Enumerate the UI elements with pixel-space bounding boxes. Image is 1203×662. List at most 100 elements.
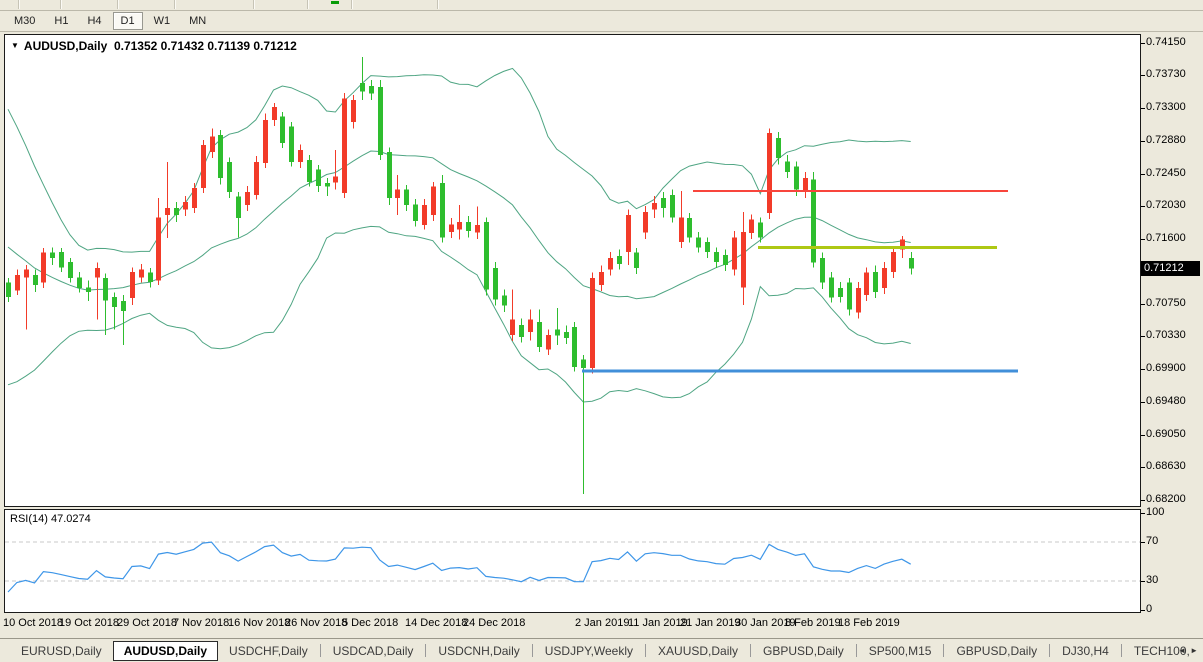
chart-ohlc-values: 0.71352 0.71432 0.71139 0.71212 — [114, 39, 297, 53]
bottom-tab-usdjpy-weekly[interactable]: USDJPY,Weekly — [534, 641, 644, 661]
price-tick-label: 0.72030 — [1146, 199, 1186, 211]
chart-title: ▼ AUDUSD,Daily 0.71352 0.71432 0.71139 0.… — [11, 39, 297, 53]
date-label: 26 Nov 2018 — [285, 617, 347, 629]
price-tick-mark — [1141, 239, 1145, 240]
price-tick-mark — [1141, 206, 1145, 207]
price-tick-mark — [1141, 43, 1145, 44]
tf-button-mn[interactable]: MN — [181, 12, 214, 30]
date-label: 14 Dec 2018 — [405, 617, 467, 629]
price-axis[interactable]: 0.74150 0.73730 0.73300 0.72880 0.72450 0.720… — [1141, 34, 1203, 614]
price-tick-mark — [1141, 435, 1145, 436]
toolbar-separator — [307, 0, 309, 9]
price-tick-label: 0.69480 — [1146, 395, 1186, 407]
bottom-tab-gbpusd-daily[interactable]: GBPUSD,Daily — [945, 641, 1048, 661]
toolbar-partial-strip — [0, 0, 1203, 11]
tab-scroll-arrows: ◄► — [1174, 646, 1198, 655]
price-tick-label: 0.74150 — [1146, 36, 1186, 48]
date-axis[interactable]: 10 Oct 201819 Oct 201829 Oct 20187 Nov 2… — [0, 613, 1203, 638]
price-tick-label: 0.68200 — [1146, 493, 1186, 505]
date-label: 19 Oct 2018 — [59, 617, 119, 629]
date-label: 16 Nov 2018 — [228, 617, 290, 629]
date-label: 10 Oct 2018 — [3, 617, 63, 629]
bottom-tab-xauusd-daily[interactable]: XAUUSD,Daily — [647, 641, 749, 661]
tf-button-w1[interactable]: W1 — [146, 12, 179, 30]
tab-separator — [532, 644, 533, 657]
timeframe-toolbar: M30H1H4D1W1MN — [0, 11, 1203, 32]
rsi-svg[interactable] — [4, 509, 1141, 613]
tab-separator — [750, 644, 751, 657]
tab-scroll-left-icon[interactable]: ◄ — [1178, 646, 1186, 655]
toolbar-separator — [253, 0, 255, 9]
date-label: 5 Dec 2018 — [342, 617, 398, 629]
price-tick-label: 0.72450 — [1146, 167, 1186, 179]
tab-scroll-right-icon[interactable]: ► — [1190, 646, 1198, 655]
rsi-tick-mark — [1141, 610, 1145, 611]
date-label: 24 Dec 2018 — [463, 617, 525, 629]
rsi-tick-label: 70 — [1146, 535, 1158, 547]
tf-button-d1[interactable]: D1 — [113, 12, 143, 30]
tf-button-h4[interactable]: H4 — [79, 12, 109, 30]
tab-separator — [320, 644, 321, 657]
price-tick-mark — [1141, 75, 1145, 76]
price-tick-mark — [1141, 174, 1145, 175]
tf-button-m30[interactable]: M30 — [6, 12, 43, 30]
date-label: 7 Nov 2018 — [173, 617, 229, 629]
current-price-tag: 0.71212 — [1141, 261, 1200, 276]
rsi-tick-label: 30 — [1146, 574, 1158, 586]
price-tick-mark — [1141, 369, 1145, 370]
rsi-tick-mark — [1141, 542, 1145, 543]
date-label: 29 Oct 2018 — [117, 617, 177, 629]
bottom-tab-sp500-m15[interactable]: SP500,M15 — [858, 641, 943, 661]
tab-separator — [645, 644, 646, 657]
toolbar-separator — [18, 0, 20, 9]
toolbar-separator — [351, 0, 353, 9]
date-label: 21 Jan 2019 — [680, 617, 741, 629]
date-label: 2 Jan 2019 — [575, 617, 629, 629]
rsi-tick-label: 100 — [1146, 506, 1164, 518]
price-tick-label: 0.69900 — [1146, 362, 1186, 374]
candlestick-chart-area[interactable] — [4, 34, 1141, 507]
price-tick-label: 0.72880 — [1146, 134, 1186, 146]
price-tick-label: 0.71600 — [1146, 232, 1186, 244]
bottom-tab-gbpusd-daily[interactable]: GBPUSD,Daily — [752, 641, 855, 661]
price-tick-mark — [1141, 141, 1145, 142]
price-tick-label: 0.68630 — [1146, 460, 1186, 472]
date-label: 11 Jan 2019 — [628, 617, 688, 629]
tf-button-h1[interactable]: H1 — [46, 12, 76, 30]
price-tick-mark — [1141, 467, 1145, 468]
tab-separator — [1121, 644, 1122, 657]
toolbar-separator — [60, 0, 62, 9]
mt4-window: M30H1H4D1W1MN ▼ AUDUSD,Daily 0.71352 0.71… — [0, 0, 1203, 662]
tab-separator — [1049, 644, 1050, 657]
main-chart-svg[interactable] — [4, 34, 1141, 507]
symbol-dropdown-icon[interactable]: ▼ — [11, 41, 19, 50]
date-label: 18 Feb 2019 — [838, 617, 900, 629]
price-tick-mark — [1141, 500, 1145, 501]
bottom-tab-usdchf-daily[interactable]: USDCHF,Daily — [218, 641, 319, 661]
price-tick-label: 0.70330 — [1146, 329, 1186, 341]
bottom-tab-usdcnh-daily[interactable]: USDCNH,Daily — [427, 641, 530, 661]
rsi-tick-mark — [1141, 513, 1145, 514]
tab-separator — [856, 644, 857, 657]
price-tick-mark — [1141, 304, 1145, 305]
price-tick-label: 0.73300 — [1146, 101, 1186, 113]
toolbar-green-indicator — [331, 1, 339, 4]
price-tick-mark — [1141, 402, 1145, 403]
toolbar-separator — [437, 0, 439, 9]
price-tick-label: 0.73730 — [1146, 68, 1186, 80]
rsi-tick-mark — [1141, 581, 1145, 582]
bottom-tab-usdcad-daily[interactable]: USDCAD,Daily — [322, 641, 425, 661]
price-tick-mark — [1141, 108, 1145, 109]
rsi-value-label: RSI(14) 47.0274 — [10, 513, 91, 525]
bottom-tab-eurusd-daily[interactable]: EURUSD,Daily — [10, 641, 113, 661]
chart-tab-bar: EURUSD,DailyAUDUSD,DailyUSDCHF,DailyUSDC… — [0, 638, 1203, 662]
tab-separator — [943, 644, 944, 657]
chart-symbol-label: AUDUSD,Daily — [24, 39, 107, 53]
price-tick-label: 0.69050 — [1146, 428, 1186, 440]
toolbar-separator — [117, 0, 119, 9]
rsi-indicator-area[interactable] — [4, 509, 1141, 613]
bottom-tab-dj30-h4[interactable]: DJ30,H4 — [1051, 641, 1120, 661]
date-label: 8 Feb 2019 — [785, 617, 841, 629]
bottom-tab-audusd-daily[interactable]: AUDUSD,Daily — [113, 641, 218, 661]
price-tick-mark — [1141, 336, 1145, 337]
